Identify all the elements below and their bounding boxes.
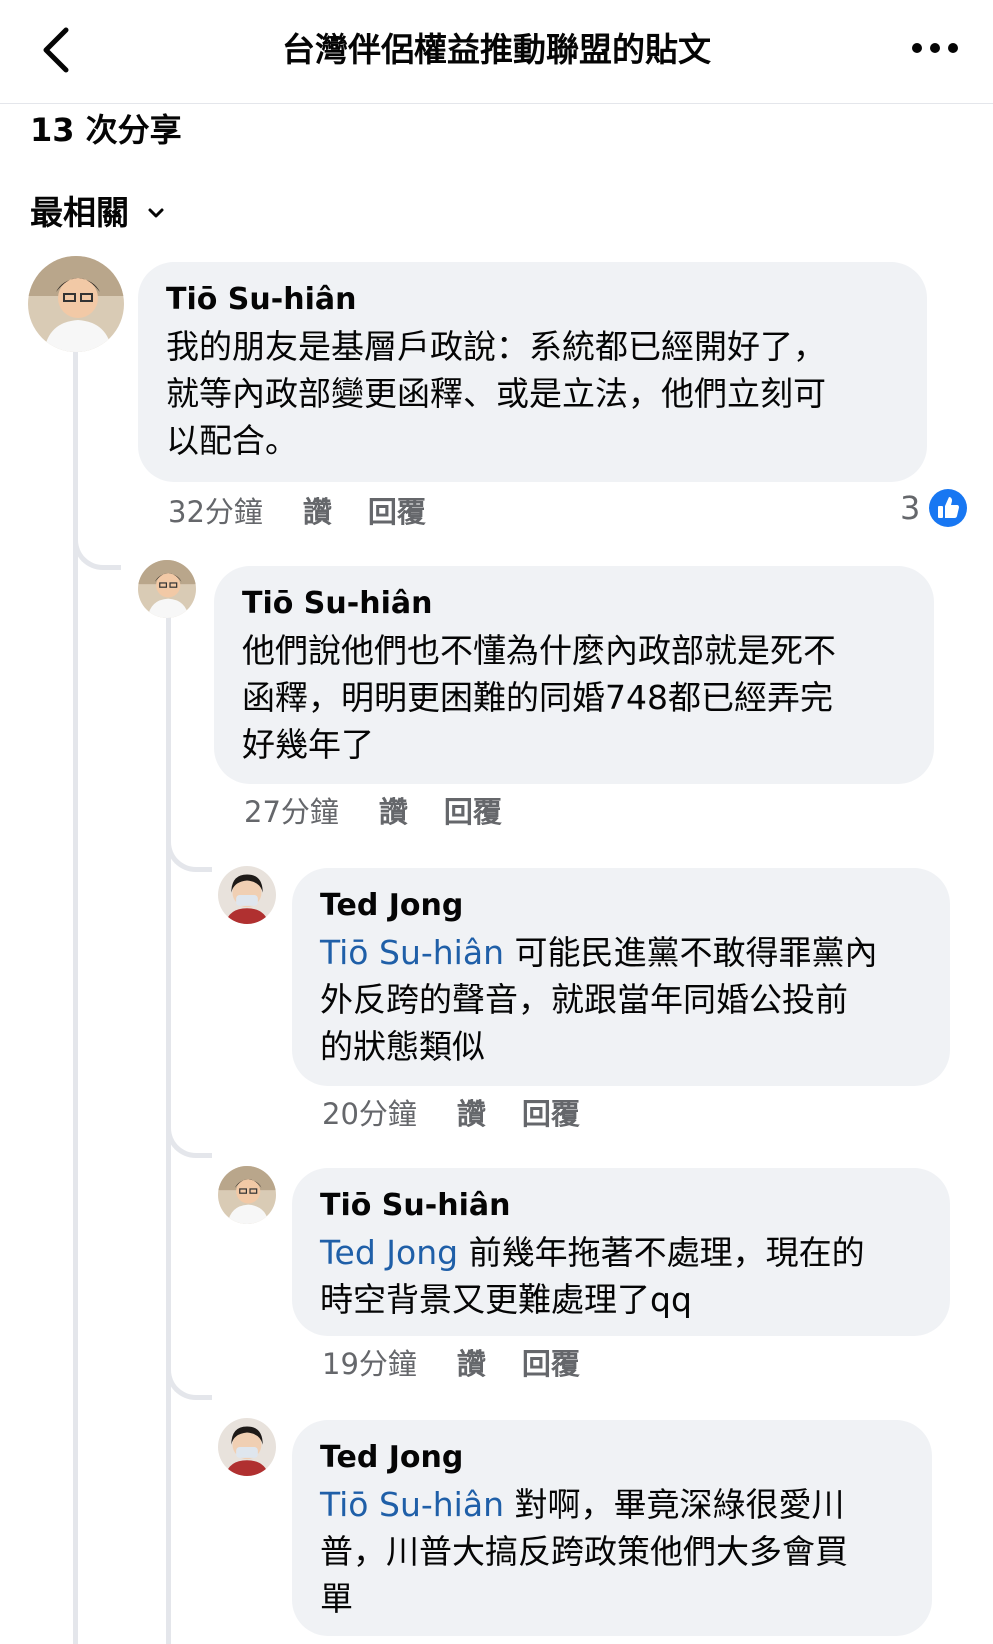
mention-link[interactable]: Tiō Su-hiân xyxy=(320,933,504,972)
mention-link[interactable]: Tiō Su-hiân xyxy=(320,1485,504,1524)
thread-curve xyxy=(73,530,121,570)
sort-label: 最相關 xyxy=(30,193,129,232)
thread-curve xyxy=(166,1118,212,1158)
comment-bubble: Tiō Su-hiân 他們說他們也不懂為什麼內政部就是死不 函釋，明明更困難的… xyxy=(214,566,934,784)
reply-button[interactable]: 回覆 xyxy=(444,792,502,832)
comment-text: 他們說他們也不懂為什麼內政部就是死不 函釋，明明更困難的同婚748都已經弄完 好… xyxy=(242,631,836,764)
reply-button[interactable]: 回覆 xyxy=(368,492,426,532)
more-dots-icon xyxy=(912,43,958,53)
comment-text: Tiō Su-hiân 可能民進黨不敢得罪黨內 外反跨的聲音，就跟當年同婚公投前… xyxy=(320,933,878,1066)
top-bar: 台灣伴侶權益推動聯盟的貼文 xyxy=(0,0,993,104)
comment-text: 我的朋友是基層戶政說：系統都已經開好了， 就等內政部變更函釋、或是立法，他們立刻… xyxy=(166,327,826,460)
share-count[interactable]: 13 次分享 xyxy=(30,108,182,152)
chevron-down-icon xyxy=(148,208,164,218)
comment-bubble: Tiō Su-hiân 我的朋友是基層戶政說：系統都已經開好了， 就等內政部變更… xyxy=(138,262,927,482)
comment-meta: 27分鐘 讚 回覆 xyxy=(244,792,502,832)
thread-curve xyxy=(166,1360,212,1400)
thread-curve xyxy=(166,832,212,872)
like-button[interactable]: 讚 xyxy=(457,1094,486,1134)
like-button[interactable]: 讚 xyxy=(457,1344,486,1384)
sort-dropdown[interactable]: 最相關 xyxy=(30,190,165,236)
like-button[interactable]: 讚 xyxy=(379,792,408,832)
comment-meta: 19分鐘 讚 回覆 xyxy=(322,1344,580,1384)
comment-meta: 20分鐘 讚 回覆 xyxy=(322,1094,580,1134)
comment-text: Ted Jong 前幾年拖著不處理，現在的 時空背景又更難處理了qq xyxy=(320,1233,865,1319)
avatar[interactable] xyxy=(28,256,124,352)
avatar[interactable] xyxy=(218,1418,276,1476)
chevron-left-icon xyxy=(43,27,69,73)
comment-time[interactable]: 27分鐘 xyxy=(244,792,339,832)
reaction-count: 3 xyxy=(900,489,921,527)
comment-text: Tiō Su-hiân 對啊，畢竟深綠很愛川 普，川普大搞反跨政策他們大多會買 … xyxy=(320,1485,848,1618)
comment-time[interactable]: 20分鐘 xyxy=(322,1094,417,1134)
comment-bubble: Ted Jong Tiō Su-hiân 可能民進黨不敢得罪黨內 外反跨的聲音，… xyxy=(292,868,950,1086)
comment-author[interactable]: Ted Jong xyxy=(320,886,922,926)
comment-time[interactable]: 32分鐘 xyxy=(168,492,263,532)
comment-bubble: Tiō Su-hiân Ted Jong 前幾年拖著不處理，現在的 時空背景又更… xyxy=(292,1168,950,1336)
like-button[interactable]: 讚 xyxy=(303,492,332,532)
more-options-button[interactable] xyxy=(911,38,959,58)
back-button[interactable] xyxy=(38,24,78,76)
reply-button[interactable]: 回覆 xyxy=(522,1094,580,1134)
page-title: 台灣伴侶權益推動聯盟的貼文 xyxy=(282,30,711,69)
comment-bubble: Ted Jong Tiō Su-hiân 對啊，畢竟深綠很愛川 普，川普大搞反跨… xyxy=(292,1420,932,1636)
comment-meta: 32分鐘 讚 回覆 xyxy=(168,492,426,532)
avatar[interactable] xyxy=(218,866,276,924)
comment-author[interactable]: Tiō Su-hiân xyxy=(242,584,906,624)
comment-author[interactable]: Ted Jong xyxy=(320,1438,904,1478)
comment-time[interactable]: 19分鐘 xyxy=(322,1344,417,1384)
comment-author[interactable]: Tiō Su-hiân xyxy=(320,1186,922,1226)
mention-link[interactable]: Ted Jong xyxy=(320,1233,458,1272)
reaction-summary[interactable]: 3 xyxy=(900,488,968,528)
like-icon xyxy=(929,489,968,527)
avatar[interactable] xyxy=(138,560,196,618)
reply-button[interactable]: 回覆 xyxy=(522,1344,580,1384)
comment-author[interactable]: Tiō Su-hiân xyxy=(166,280,899,320)
avatar[interactable] xyxy=(218,1166,276,1224)
